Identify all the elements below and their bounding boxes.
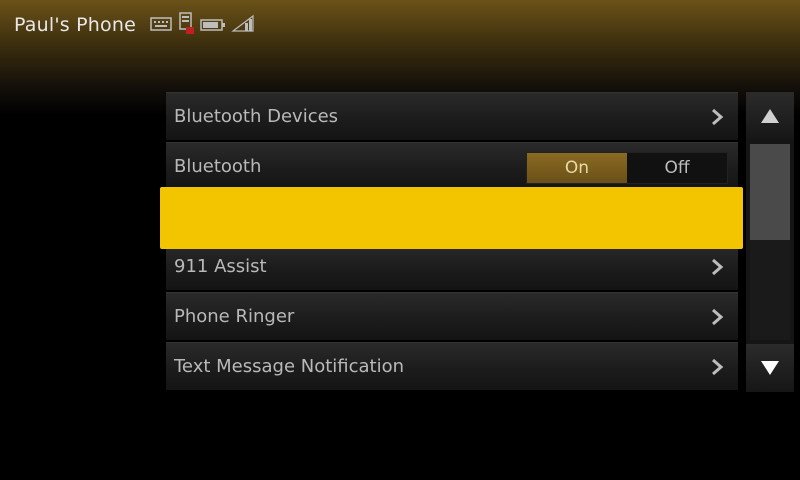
bluetooth-toggle: On Off (526, 152, 728, 184)
menu-item-label: 911 Assist (174, 256, 267, 277)
highlighted-menu-item[interactable] (160, 187, 743, 249)
toggle-on-button[interactable]: On (527, 153, 627, 183)
phonebook-icon (177, 11, 195, 39)
status-icons (150, 11, 255, 39)
scroll-down-button[interactable] (746, 344, 794, 392)
chevron-right-icon (712, 308, 724, 326)
menu-item-bluetooth: Bluetooth On Off (166, 142, 738, 190)
signal-icon (231, 14, 255, 36)
phone-settings-screen: Paul's Phone Bluetooth Devices Bluetooth… (0, 0, 800, 480)
chevron-right-icon (712, 358, 724, 376)
menu-item-label: Phone Ringer (174, 306, 295, 327)
phone-name: Paul's Phone (14, 14, 136, 36)
scrollbar[interactable] (746, 92, 794, 392)
keyboard-icon (150, 16, 172, 35)
menu-item-label: Bluetooth Devices (174, 106, 339, 127)
scroll-thumb[interactable] (750, 144, 790, 240)
arrow-down-icon (761, 361, 779, 375)
scroll-track[interactable] (750, 144, 790, 340)
menu-item-label: Bluetooth (174, 156, 262, 177)
chevron-right-icon (712, 258, 724, 276)
menu-item-label: Text Message Notification (174, 356, 405, 377)
status-bar: Paul's Phone (0, 0, 800, 52)
menu-item-phone-ringer[interactable]: Phone Ringer (166, 292, 738, 340)
menu-item-911-assist[interactable]: 911 Assist (166, 242, 738, 290)
scroll-up-button[interactable] (746, 92, 794, 140)
battery-icon (200, 16, 226, 35)
menu-item-bluetooth-devices[interactable]: Bluetooth Devices (166, 92, 738, 140)
toggle-off-button[interactable]: Off (627, 153, 727, 183)
arrow-up-icon (761, 109, 779, 123)
menu-item-text-message-notification[interactable]: Text Message Notification (166, 342, 738, 390)
chevron-right-icon (712, 108, 724, 126)
